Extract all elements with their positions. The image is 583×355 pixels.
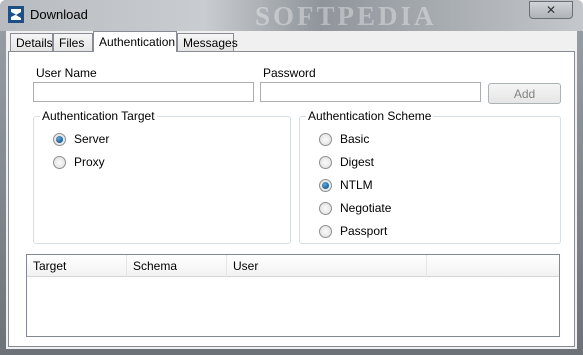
auth-scheme-title: Authentication Scheme <box>306 109 434 123</box>
password-field[interactable] <box>260 82 481 102</box>
watermark-text: SOFTPEDIA <box>255 1 437 31</box>
auth-target-title: Authentication Target <box>40 109 157 123</box>
radio-digest-label: Digest <box>340 155 375 169</box>
column-filler <box>427 255 559 277</box>
password-label: Password <box>263 66 316 80</box>
close-button[interactable]: ✕ <box>529 1 573 19</box>
auth-scheme-group: Authentication Scheme Basic Digest NTLM … <box>299 109 561 244</box>
download-window: SOFTPEDIA Download ✕ Details Files Authe… <box>0 0 583 355</box>
tab-authentication[interactable]: Authentication <box>93 31 177 52</box>
radio-passport-label: Passport <box>340 224 388 238</box>
radio-ntlm-label: NTLM <box>340 178 373 192</box>
radio-proxy-button[interactable] <box>53 155 66 169</box>
column-target[interactable]: Target <box>27 255 127 277</box>
close-icon: ✕ <box>545 3 557 17</box>
radio-negotiate-label: Negotiate <box>340 201 392 215</box>
auth-target-group: Authentication Target Server Proxy <box>33 109 291 244</box>
radio-basic-label: Basic <box>340 132 370 146</box>
list-header: Target Schema User <box>27 255 559 277</box>
radio-proxy[interactable]: Proxy <box>53 154 105 170</box>
window-title: Download <box>30 7 88 22</box>
column-schema[interactable]: Schema <box>127 255 227 277</box>
radio-server[interactable]: Server <box>53 131 109 147</box>
radio-digest[interactable]: Digest <box>319 154 374 170</box>
title-bar[interactable]: SOFTPEDIA Download ✕ <box>0 0 583 31</box>
radio-passport-button[interactable] <box>319 224 332 238</box>
radio-server-button[interactable] <box>53 132 66 146</box>
tab-messages[interactable]: Messages <box>177 33 238 52</box>
tab-files[interactable]: Files <box>53 33 93 52</box>
credentials-list[interactable]: Target Schema User <box>26 254 560 337</box>
radio-basic[interactable]: Basic <box>319 131 369 147</box>
radio-ntlm[interactable]: NTLM <box>319 177 373 193</box>
tab-details[interactable]: Details <box>10 33 53 52</box>
radio-negotiate-button[interactable] <box>319 201 332 215</box>
radio-server-label: Server <box>74 132 110 146</box>
column-user[interactable]: User <box>227 255 427 277</box>
radio-negotiate[interactable]: Negotiate <box>319 200 391 216</box>
radio-ntlm-button[interactable] <box>319 178 332 192</box>
radio-proxy-label: Proxy <box>74 155 105 169</box>
radio-passport[interactable]: Passport <box>319 223 387 239</box>
username-field[interactable] <box>33 82 254 102</box>
radio-digest-button[interactable] <box>319 155 332 169</box>
app-icon <box>8 6 24 23</box>
radio-basic-button[interactable] <box>319 132 332 146</box>
username-label: User Name <box>36 66 97 80</box>
add-button[interactable]: Add <box>488 83 561 104</box>
